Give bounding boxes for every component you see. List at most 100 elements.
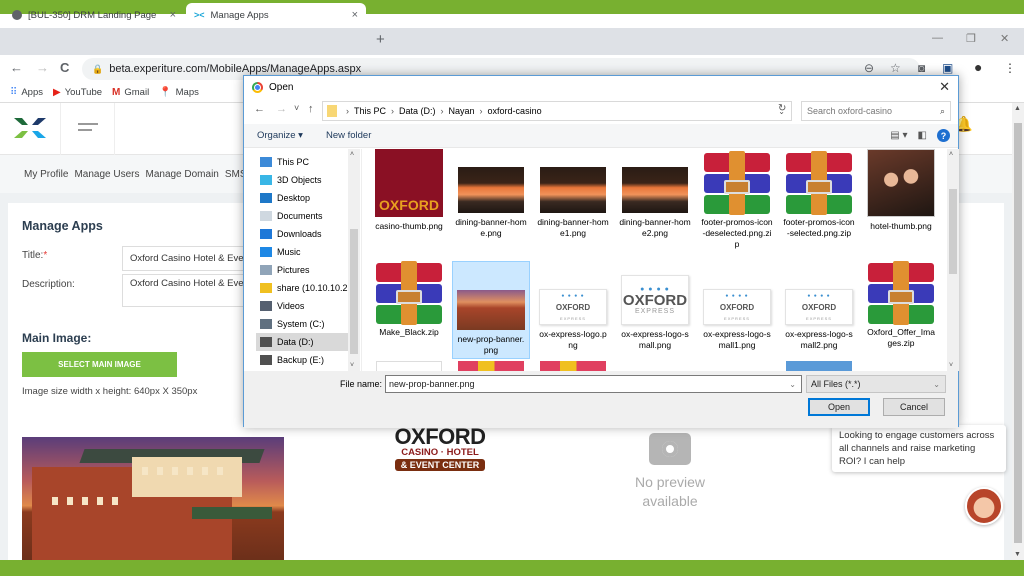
scrollbar-thumb[interactable] — [949, 189, 957, 274]
lock-icon: 🔒 — [92, 63, 104, 74]
file-item[interactable]: Oxford_Offer_Images.zip — [862, 259, 940, 349]
reload-button[interactable]: C — [60, 60, 69, 75]
file-item[interactable]: new-prop-banner.png — [452, 261, 530, 359]
nav-item-share-10-10-10-2[interactable]: share (10.10.10.2 — [260, 279, 354, 297]
browser-menu-icon[interactable]: ⋮ — [1004, 61, 1016, 75]
nav-item-desktop[interactable]: Desktop — [260, 189, 354, 207]
nav-my-profile[interactable]: My Profile — [24, 169, 68, 180]
bookmark-apps[interactable]: ⠿ Apps — [10, 87, 43, 98]
open-button[interactable]: Open — [808, 398, 870, 416]
file-item[interactable]: dining-banner-home1.png — [534, 149, 612, 239]
file-type-select[interactable]: All Files (*.*) ⌄ — [806, 375, 946, 393]
breadcrumb-data-d[interactable]: Data (D:) — [399, 106, 436, 116]
nav-manage-domain[interactable]: Manage Domain — [145, 169, 218, 180]
select-main-image-button[interactable]: SELECT MAIN IMAGE — [22, 352, 177, 377]
camera-extension-icon[interactable]: ◙ — [918, 61, 925, 75]
winrar-archive-icon[interactable] — [458, 361, 524, 371]
bookmark-gmail[interactable]: M Gmail — [112, 87, 149, 98]
chat-agent-avatar[interactable] — [965, 487, 1003, 525]
description-label: Description: — [22, 279, 75, 290]
file-item[interactable]: ● ● ● ● OXFORD EXPRESS ox-express-logo-smal… — [780, 259, 858, 351]
forward-button[interactable]: → — [36, 60, 49, 75]
back-button[interactable]: ← — [10, 60, 23, 75]
tab-close-icon[interactable]: × — [352, 9, 358, 21]
file-name: hotel-thumb.png — [870, 221, 932, 231]
file-item[interactable]: ● ● ● ● OXFORD EXPRESS ox-express-logo-smal… — [616, 259, 694, 351]
file-item[interactable]: Make_Black.zip — [370, 259, 448, 338]
file-item[interactable]: footer-promos-icon-selected.png.zip — [780, 149, 858, 239]
minimize-button[interactable]: — — [932, 32, 943, 44]
breadcrumb-oxford-casino[interactable]: oxford-casino — [488, 106, 542, 116]
maximize-button[interactable]: ❐ — [966, 32, 976, 45]
oxford-express-logo-thumbnail: ● ● ● ● OXFORD EXPRESS — [785, 289, 853, 325]
nav-manage-users[interactable]: Manage Users — [74, 169, 139, 180]
window-close-button[interactable]: ✕ — [1000, 32, 1009, 45]
back-button[interactable]: ← — [254, 103, 265, 115]
nav-item-pictures[interactable]: Pictures — [260, 261, 354, 279]
file-item[interactable]: dining-banner-home.png — [452, 149, 530, 239]
change-view-icon[interactable]: ▤ ▾ — [890, 130, 907, 141]
new-folder-button[interactable]: New folder — [326, 130, 371, 141]
nav-item-downloads[interactable]: Downloads — [260, 225, 354, 243]
file-name-input[interactable]: new-prop-banner.png ⌄ — [385, 375, 802, 393]
breadcrumb-nayan[interactable]: Nayan — [449, 106, 475, 116]
recent-locations-button[interactable]: ˅ — [294, 103, 299, 113]
bookmark-star-icon[interactable]: ☆ — [890, 61, 901, 75]
chat-prompt-bubble[interactable]: Looking to engage customers across all c… — [832, 425, 1006, 472]
preview-pane-icon[interactable]: ◧ — [918, 130, 927, 141]
divider — [60, 103, 61, 155]
image-thumbnail-partial[interactable] — [786, 361, 852, 371]
up-folder-button[interactable]: ↑ — [308, 103, 314, 115]
url-text: beta.experiture.com/MobileApps/ManageApp… — [109, 63, 362, 75]
building-image-thumbnail — [457, 290, 525, 330]
main-image-label: Main Image: — [22, 331, 92, 345]
nav-item-system-c[interactable]: System (C:) — [260, 315, 354, 333]
nav-pane-scrollbar[interactable]: ˄ ˅ — [348, 149, 360, 371]
nav-item-music[interactable]: Music — [260, 243, 354, 261]
nav-item-3d-objects[interactable]: 3D Objects — [260, 171, 354, 189]
nav-item-this-pc[interactable]: This PC — [260, 153, 354, 171]
forward-button[interactable]: → — [276, 103, 287, 115]
file-list-scrollbar[interactable]: ˄ ˅ — [947, 149, 959, 371]
experiture-logo[interactable] — [12, 115, 48, 141]
3d-objects-icon — [260, 175, 272, 185]
extension-icon[interactable]: ▣ — [942, 61, 953, 75]
new-tab-button[interactable]: + — [376, 31, 385, 48]
tab-bul-350[interactable]: [BUL-350] DRM Landing Page Cr × — [4, 3, 184, 27]
drive-d-icon — [260, 337, 272, 347]
breadcrumb-this-pc[interactable]: This PC — [354, 106, 386, 116]
file-item[interactable]: footer-promos-icon-deselected.png.zip — [698, 149, 776, 250]
documents-icon — [260, 211, 272, 221]
dialog-close-button[interactable]: ✕ — [939, 79, 950, 95]
bookmark-maps[interactable]: 📍 Maps — [159, 87, 199, 98]
file-item[interactable]: dining-banner-home2.png — [616, 149, 694, 239]
file-item[interactable]: OXFORD casino-thumb.png — [370, 149, 448, 232]
page-scrollbar[interactable]: ▲ ▼ — [1012, 103, 1024, 560]
help-icon[interactable]: ? — [937, 129, 950, 142]
tab-manage-apps[interactable]: >< Manage Apps × — [186, 3, 366, 27]
hamburger-menu-icon[interactable] — [78, 123, 98, 135]
scrollbar-thumb[interactable] — [1014, 123, 1022, 543]
nav-item-data-d[interactable]: Data (D:) — [256, 333, 350, 351]
nav-item-documents[interactable]: Documents — [260, 207, 354, 225]
winrar-archive-icon[interactable] — [540, 361, 606, 371]
breadcrumb[interactable]: › This PC › Data (D:) › Nayan › oxford-c… — [322, 101, 792, 121]
file-item-partial[interactable] — [376, 361, 442, 371]
refresh-icon[interactable]: ↻ — [778, 103, 786, 114]
nav-item-videos[interactable]: Videos — [260, 297, 354, 315]
dialog-footer: File name: new-prop-banner.png ⌄ All Fil… — [244, 371, 958, 428]
file-item[interactable]: hotel-thumb.png — [862, 149, 940, 232]
nav-item-backup-e[interactable]: Backup (E:) — [260, 351, 354, 369]
search-input[interactable]: Search oxford-casino ⌕ — [801, 101, 951, 121]
chrome-icon — [252, 81, 263, 93]
profile-icon[interactable]: ● — [974, 59, 982, 75]
bookmark-youtube[interactable]: ▶ YouTube — [53, 87, 102, 98]
organize-button[interactable]: Organize ▾ — [257, 130, 303, 141]
zoom-icon[interactable]: ⊖ — [864, 61, 874, 75]
file-item[interactable]: ● ● ● ● OXFORD EXPRESS ox-express-logo-smal… — [698, 259, 776, 351]
scrollbar-thumb[interactable] — [350, 229, 358, 354]
cancel-button[interactable]: Cancel — [883, 398, 945, 416]
chevron-down-icon[interactable]: ⌄ — [789, 380, 796, 389]
file-item[interactable]: ● ● ● ● OXFORD EXPRESS ox-express-logo.png — [534, 259, 612, 351]
tab-close-icon[interactable]: × — [170, 9, 176, 21]
